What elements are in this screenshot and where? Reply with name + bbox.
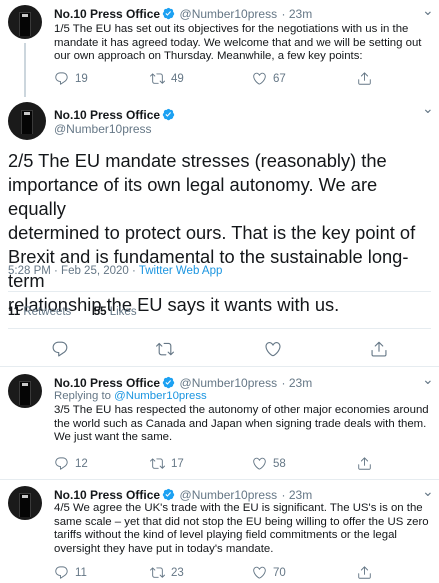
- tweet-time[interactable]: · 23m: [282, 376, 313, 390]
- avatar[interactable]: [8, 374, 42, 408]
- tweet-actions: 11 23 70: [54, 565, 434, 581]
- share-button[interactable]: [357, 565, 372, 580]
- like-icon: [252, 71, 267, 86]
- tweet-actions: 19 49 67: [54, 71, 434, 87]
- retweet-icon: [150, 456, 165, 471]
- verified-icon: [162, 7, 175, 20]
- author-name[interactable]: No.10 Press Office: [54, 376, 160, 390]
- retweet-icon: [150, 71, 165, 86]
- reply-icon: [54, 565, 69, 580]
- thread-line: [24, 43, 26, 97]
- tweet-time[interactable]: · 23m: [282, 7, 313, 21]
- retweet-icon[interactable]: [156, 340, 174, 358]
- verified-icon: [162, 376, 175, 389]
- tweet-stats: 11 Retweets 55 Likes: [8, 306, 137, 318]
- reply-button[interactable]: 11: [54, 565, 87, 580]
- like-icon: [252, 565, 267, 580]
- more-icon[interactable]: ⌄: [422, 371, 434, 388]
- like-button[interactable]: 58: [252, 456, 286, 471]
- author-name[interactable]: No.10 Press Office: [54, 488, 160, 502]
- tweet-text: 1/5 The EU has set out its objectives fo…: [54, 23, 422, 62]
- author-handle[interactable]: @Number10press: [54, 122, 152, 136]
- author-handle[interactable]: @Number10press: [180, 376, 278, 390]
- retweet-button[interactable]: 49: [150, 71, 184, 86]
- tweet-text: 3/5 The EU has respected the autonomy of…: [54, 404, 429, 443]
- author-handle[interactable]: @Number10press: [180, 7, 278, 21]
- share-button[interactable]: [357, 456, 372, 471]
- retweet-button[interactable]: 23: [150, 565, 184, 580]
- share-icon: [357, 565, 372, 580]
- verified-icon: [162, 108, 175, 121]
- tweet-4[interactable]: No.10 Press Office @Number10press · 23m …: [0, 480, 439, 583]
- tweet-time[interactable]: · 23m: [282, 488, 313, 502]
- share-icon: [357, 456, 372, 471]
- source-app-link[interactable]: Twitter Web App: [139, 265, 223, 277]
- retweets-stat[interactable]: 11 Retweets: [8, 306, 71, 318]
- share-icon[interactable]: [370, 340, 388, 358]
- share-button[interactable]: [357, 71, 372, 86]
- avatar[interactable]: [8, 102, 46, 140]
- verified-icon: [162, 488, 175, 501]
- tweet-actions: 12 17 58: [54, 456, 434, 472]
- like-icon[interactable]: [264, 340, 282, 358]
- reply-icon: [54, 71, 69, 86]
- share-icon: [357, 71, 372, 86]
- retweet-button[interactable]: 17: [150, 456, 184, 471]
- avatar[interactable]: [8, 5, 42, 39]
- tweet-text: 4/5 We agree the UK's trade with the EU …: [54, 502, 429, 555]
- reply-button[interactable]: 12: [54, 456, 88, 471]
- like-button[interactable]: 67: [252, 71, 286, 86]
- like-icon: [252, 456, 267, 471]
- more-icon[interactable]: ⌄: [422, 483, 434, 500]
- reply-button[interactable]: 19: [54, 71, 88, 86]
- tweet-3[interactable]: No.10 Press Office @Number10press · 23m …: [0, 367, 439, 481]
- reply-icon[interactable]: [51, 340, 69, 358]
- author-name[interactable]: No.10 Press Office: [54, 108, 160, 122]
- tweet-1[interactable]: No.10 Press Office @Number10press · 23m …: [0, 0, 439, 97]
- avatar[interactable]: [8, 486, 42, 520]
- likes-stat[interactable]: 55 Likes: [94, 306, 137, 318]
- more-icon[interactable]: ⌄: [422, 100, 434, 117]
- tweet-timestamp: 5:28 PM · Feb 25, 2020 · Twitter Web App: [8, 265, 223, 277]
- author-handle[interactable]: @Number10press: [180, 488, 278, 502]
- author-name[interactable]: No.10 Press Office: [54, 7, 160, 21]
- divider: [8, 291, 431, 292]
- reply-icon: [54, 456, 69, 471]
- reply-to-link[interactable]: @Number10press: [114, 390, 207, 402]
- more-icon[interactable]: ⌄: [422, 2, 434, 19]
- divider: [8, 328, 431, 329]
- retweet-icon: [150, 565, 165, 580]
- replying-to: Replying to @Number10press: [54, 390, 207, 402]
- like-button[interactable]: 70: [252, 565, 286, 580]
